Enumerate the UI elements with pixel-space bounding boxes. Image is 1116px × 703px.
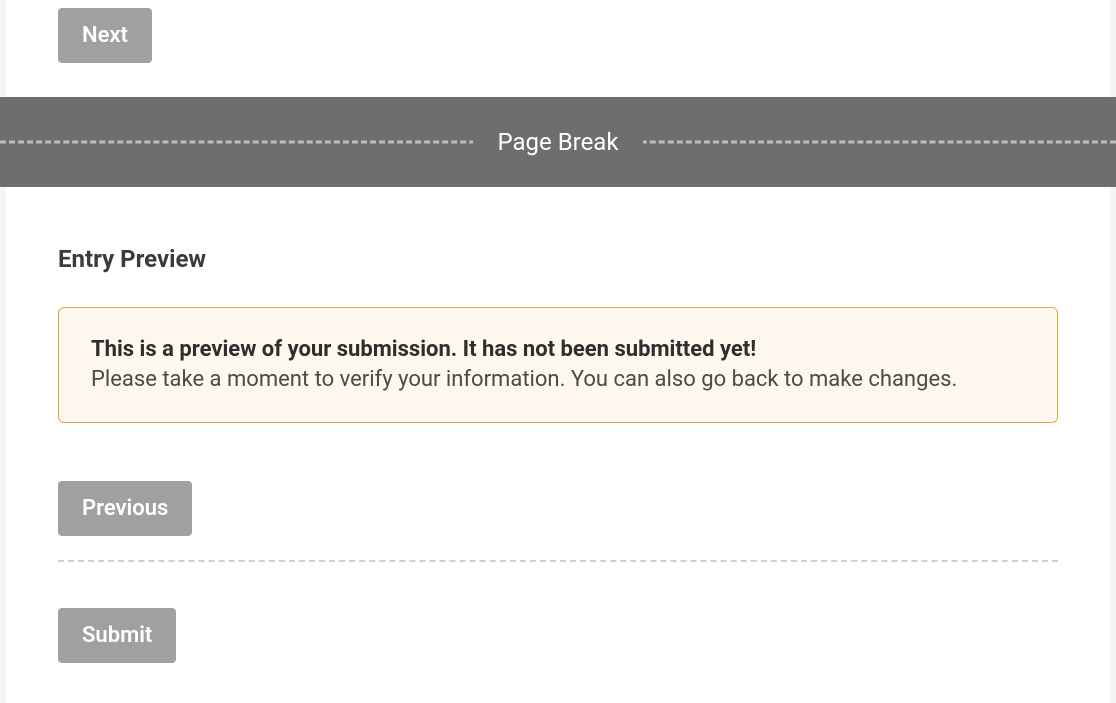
page-break-divider: Page Break [0, 97, 1116, 187]
page-break-label: Page Break [473, 128, 642, 156]
section-divider [58, 560, 1058, 562]
next-button[interactable]: Next [58, 8, 152, 63]
preview-alert-text: Please take a moment to verify your info… [91, 365, 1025, 395]
form-page-top: Next [6, 0, 1110, 97]
form-page-preview: Entry Preview This is a preview of your … [6, 187, 1110, 703]
entry-preview-heading: Entry Preview [58, 245, 1058, 273]
preview-alert: This is a preview of your submission. It… [58, 307, 1058, 423]
previous-button[interactable]: Previous [58, 481, 192, 536]
submit-button[interactable]: Submit [58, 608, 176, 663]
preview-alert-strong: This is a preview of your submission. It… [91, 336, 1025, 365]
